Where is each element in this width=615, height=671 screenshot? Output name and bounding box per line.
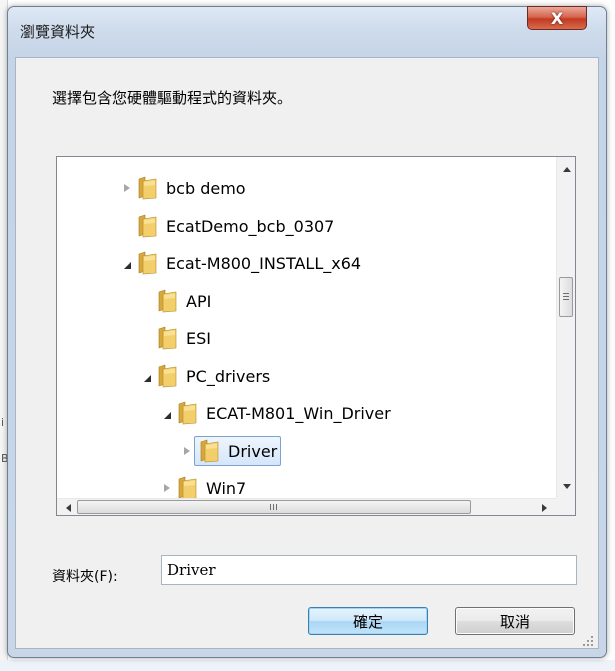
folder-icon: [158, 364, 177, 388]
folder-icon: [158, 289, 177, 313]
tree-item-content[interactable]: EcatDemo_bcb_0307: [134, 214, 334, 238]
grip-line: [563, 296, 569, 297]
tree-item-label: EcatDemo_bcb_0307: [166, 216, 335, 236]
folder-field-label: 資料夾(F):: [52, 569, 118, 585]
tree-item[interactable]: PC_drivers: [139, 361, 270, 391]
folder-icon: [200, 439, 219, 463]
tree-item[interactable]: bcb demo: [119, 173, 246, 203]
tree-item[interactable]: EcatDemo_bcb_0307: [119, 211, 334, 241]
scroll-right-button[interactable]: [535, 499, 553, 515]
folder-icon: [138, 251, 157, 275]
tree-item-content[interactable]: Win7: [174, 476, 246, 500]
scrollbar-corner: [556, 498, 575, 515]
instruction-text: 選擇包含您硬體驅動程式的資料夾。: [52, 89, 293, 107]
collapse-arrow-icon[interactable]: [119, 248, 134, 278]
close-button[interactable]: X: [527, 6, 587, 30]
tree-item[interactable]: API: [139, 286, 211, 316]
tree-item-content[interactable]: ESI: [154, 326, 211, 350]
tree-item-content[interactable]: ECAT-M801_Win_Driver: [174, 401, 391, 425]
collapse-arrow-icon[interactable]: [159, 398, 174, 428]
folder-icon: [178, 401, 197, 425]
tree-item[interactable]: ESI: [139, 323, 211, 353]
folder-icon: [158, 326, 177, 350]
tree-item[interactable]: Driver: [179, 436, 282, 466]
left-arrow-icon: [65, 503, 71, 512]
grip-line: [563, 293, 569, 294]
vertical-scrollbar[interactable]: [556, 157, 575, 498]
resize-grip-icon[interactable]: [582, 635, 594, 647]
tree-item[interactable]: Ecat-M800_INSTALL_x64: [119, 248, 361, 278]
cancel-button[interactable]: 取消: [455, 607, 575, 635]
folder-tree[interactable]: bcb demo EcatDemo_bcb_0307 Ecat-M800_INSTA…: [56, 156, 576, 516]
expand-arrow-icon[interactable]: [179, 436, 194, 466]
scroll-down-button[interactable]: [557, 477, 575, 496]
dialog-body: 選擇包含您硬體驅動程式的資料夾。 bcb demo EcatDemo_bcb_03…: [15, 57, 599, 649]
expand-arrow-icon[interactable]: [119, 173, 134, 203]
browse-folder-dialog: 瀏覽資料夾 X 選擇包含您硬體驅動程式的資料夾。 bcb demo EcatDem…: [7, 6, 607, 658]
up-arrow-icon: [562, 167, 571, 172]
tree-item-label: PC_drivers: [186, 366, 271, 386]
scroll-left-button[interactable]: [59, 499, 77, 515]
tree-item-label: ECAT-M801_Win_Driver: [206, 403, 391, 423]
close-icon: X: [550, 8, 564, 28]
folder-icon: [178, 476, 197, 500]
tree-item-content[interactable]: Ecat-M800_INSTALL_x64: [134, 251, 361, 275]
tree-item-content[interactable]: PC_drivers: [154, 364, 270, 388]
horizontal-scroll-thumb[interactable]: [77, 500, 471, 514]
grip-line: [273, 504, 274, 510]
scroll-up-button[interactable]: [557, 160, 575, 179]
tree-item[interactable]: ECAT-M801_Win_Driver: [159, 398, 391, 428]
tree-item-label: API: [186, 291, 212, 311]
tree-item-content[interactable]: API: [154, 289, 211, 313]
folder-icon: [138, 176, 157, 200]
down-arrow-icon: [562, 484, 571, 489]
tree-item-label: bcb demo: [166, 178, 246, 198]
horizontal-scrollbar[interactable]: [57, 498, 556, 515]
ok-button[interactable]: 確定: [308, 607, 428, 635]
grip-line: [563, 299, 569, 300]
tree-item-label: Ecat-M800_INSTALL_x64: [166, 253, 362, 273]
grip-line: [270, 504, 271, 510]
tree-item-label: ESI: [186, 328, 211, 348]
background-window-edge-bottom: [0, 660, 615, 671]
background-text-fragment: i: [1, 416, 5, 429]
folder-icon: [138, 214, 157, 238]
vertical-scroll-thumb[interactable]: [559, 277, 573, 317]
tree-item-label: Driver: [228, 441, 278, 461]
selection-highlight[interactable]: Driver: [194, 436, 282, 466]
dialog-title: 瀏覽資料夾: [20, 23, 96, 41]
grip-line: [276, 504, 277, 510]
folder-name-input[interactable]: [161, 555, 577, 585]
tree-item-label: Win7: [206, 478, 247, 498]
collapse-arrow-icon[interactable]: [139, 361, 154, 391]
right-arrow-icon: [541, 503, 547, 512]
tree-item-content[interactable]: bcb demo: [134, 176, 246, 200]
